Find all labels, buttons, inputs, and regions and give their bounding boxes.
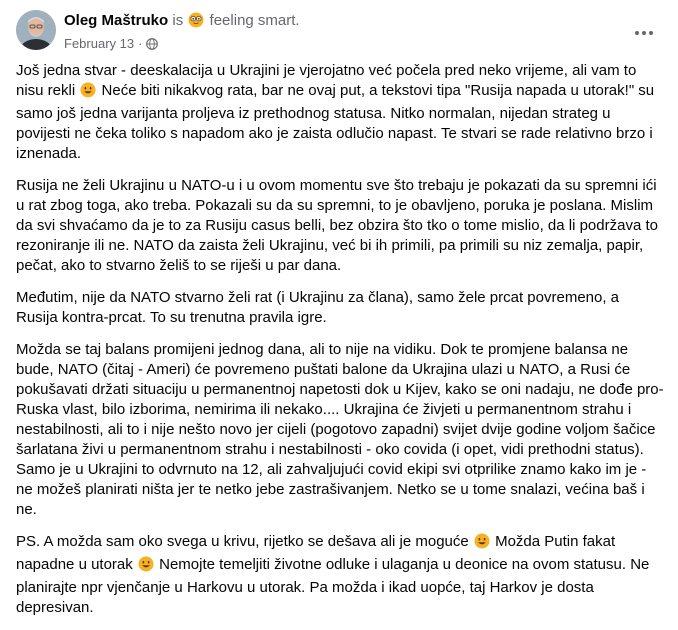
author-line: Oleg Maštruko is feeling smart. — [64, 11, 300, 34]
paragraph-text: Neće biti nikakvog rata, bar ne ovaj put… — [16, 82, 655, 162]
more-options-button[interactable] — [626, 16, 662, 44]
paragraph-text: Međutim, nije da NATO stvarno želi rat (… — [16, 289, 620, 326]
post-header: Oleg Maštruko is feeling smart. February… — [16, 10, 662, 54]
post-paragraph: Međutim, nije da NATO stvarno želi rat (… — [16, 288, 664, 328]
post-paragraph: Možda se taj balans promijeni jednog dan… — [16, 340, 664, 520]
paragraph-text: Rusija ne želi Ukrajinu u NATO-u i u ovo… — [16, 177, 658, 274]
avatar-photo — [16, 10, 56, 50]
author-avatar[interactable] — [16, 10, 56, 50]
post-body: Još jedna stvar - deeskalacija u Ukrajin… — [16, 61, 664, 630]
post-subline: February 13 · — [64, 35, 300, 55]
paragraph-text: PS. A možda sam oko svega u krivu, rijet… — [16, 533, 473, 550]
post-meta: Oleg Maštruko is feeling smart. February… — [64, 11, 300, 55]
separator-dot: · — [138, 36, 143, 51]
paragraph-text: Možda se taj balans promijeni jednog dan… — [16, 341, 664, 518]
globe-icon[interactable] — [146, 37, 159, 55]
post-paragraph: PS. A možda sam oko svega u krivu, rijet… — [16, 532, 664, 618]
smiling-face-emoji-icon — [80, 82, 96, 104]
feeling-prefix: is — [172, 12, 184, 29]
three-dots-icon — [634, 20, 654, 41]
feeling-text: feeling smart. — [209, 12, 300, 29]
author-name[interactable]: Oleg Maštruko — [64, 12, 168, 29]
post-paragraph: Rusija ne želi Ukrajinu u NATO-u i u ovo… — [16, 176, 664, 276]
post-paragraph: Još jedna stvar - deeskalacija u Ukrajin… — [16, 61, 664, 164]
smiling-face-emoji-icon — [474, 533, 490, 555]
facebook-post: Oleg Maštruko is feeling smart. February… — [0, 0, 678, 616]
nerd-face-emoji-icon — [188, 12, 204, 34]
post-date[interactable]: February 13 — [64, 36, 134, 51]
